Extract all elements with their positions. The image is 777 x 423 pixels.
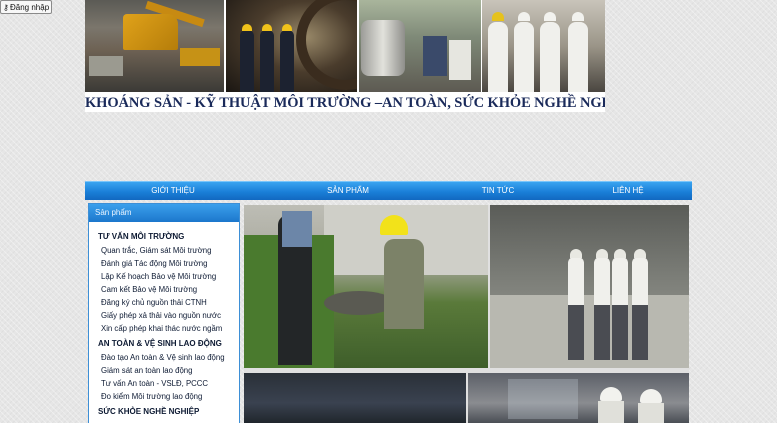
photo-gallery bbox=[244, 205, 689, 423]
gallery-photo-dark bbox=[244, 373, 466, 423]
sidebar-item[interactable]: Xin cấp phép khai thác nước ngầm bbox=[89, 322, 239, 335]
nav-item-products[interactable]: SẢN PHẨM bbox=[273, 182, 423, 200]
main-nav: GIỚI THIỆU SẢN PHẨM TIN TỨC LIÊN HỆ bbox=[85, 181, 692, 200]
sidebar-item[interactable]: Tư vấn An toàn - VSLĐ, PCCC bbox=[89, 377, 239, 390]
nav-item-about[interactable]: GIỚI THIỆU bbox=[98, 182, 248, 200]
site-title: KHOÁNG SẢN - KỸ THUẬT MÔI TRƯỜNG –AN TOÀ… bbox=[85, 95, 605, 111]
key-icon: ⚷ bbox=[3, 3, 9, 12]
banner-photo-treatment bbox=[359, 0, 481, 92]
sidebar-item[interactable]: Đào tạo An toàn & Vệ sinh lao động bbox=[89, 351, 239, 364]
banner-photo-inspection bbox=[482, 0, 605, 92]
nav-item-contact[interactable]: LIÊN HỆ bbox=[553, 182, 703, 200]
banner-photo-mining bbox=[85, 0, 224, 92]
sidebar-item[interactable]: Cam kết Bảo vệ Môi trường bbox=[89, 283, 239, 296]
gallery-photo-factory bbox=[490, 205, 689, 368]
sidebar-item[interactable]: Quan trắc, Giám sát Môi trường bbox=[89, 244, 239, 257]
login-button[interactable]: ⚷Đăng nhập bbox=[0, 0, 52, 14]
login-label: Đăng nhập bbox=[10, 3, 50, 12]
sidebar-item[interactable]: Giấy phép xả thải vào nguồn nước bbox=[89, 309, 239, 322]
gallery-photo-workers bbox=[468, 373, 689, 423]
sidebar-item[interactable]: Đánh giá Tác động Môi trường bbox=[89, 257, 239, 270]
sidebar-category[interactable]: AN TOÀN & VỆ SINH LAO ĐỘNG bbox=[89, 337, 239, 351]
sidebar-category[interactable]: TƯ VẤN MÔI TRƯỜNG bbox=[89, 230, 239, 244]
products-sidebar: Sản phẩm TƯ VẤN MÔI TRƯỜNG Quan trắc, Gi… bbox=[88, 203, 240, 423]
header-banner: KHOÁNG SẢN - KỸ THUẬT MÔI TRƯỜNG –AN TOÀ… bbox=[85, 0, 605, 112]
sidebar-heading: Sản phẩm bbox=[89, 204, 239, 222]
gallery-photo-manhole bbox=[244, 205, 488, 368]
banner-photo-tunnel bbox=[226, 0, 357, 92]
sidebar-item[interactable]: Đo kiểm Môi trường lao động bbox=[89, 390, 239, 403]
sidebar-item[interactable]: Đăng ký chủ nguồn thải CTNH bbox=[89, 296, 239, 309]
sidebar-item[interactable]: Lập Kế hoạch Bảo vệ Môi trường bbox=[89, 270, 239, 283]
sidebar-item[interactable]: Giám sát an toàn lao động bbox=[89, 364, 239, 377]
sidebar-category[interactable]: SỨC KHỎE NGHỀ NGHIỆP bbox=[89, 405, 239, 419]
sidebar-list: TƯ VẤN MÔI TRƯỜNG Quan trắc, Giám sát Mô… bbox=[89, 222, 239, 419]
nav-item-news[interactable]: TIN TỨC bbox=[423, 182, 573, 200]
